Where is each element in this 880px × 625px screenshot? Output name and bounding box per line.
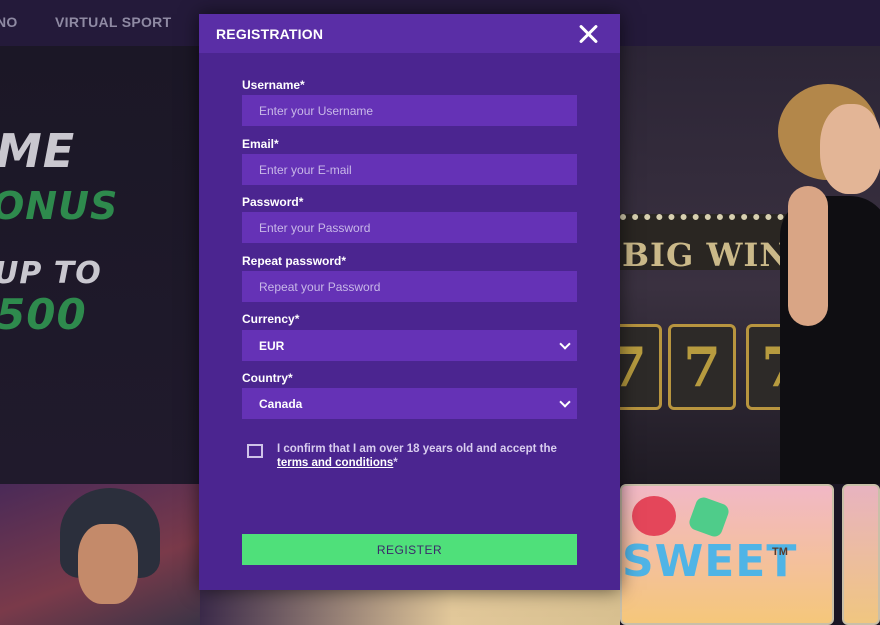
- promo-up-to-text: UP TO: [0, 256, 102, 291]
- username-label: Username*: [242, 78, 305, 92]
- nav-item-virtual-sport[interactable]: VIRTUAL SPORT: [55, 14, 171, 30]
- hero-slot-image: BIG WIN 7 7 7: [620, 46, 880, 484]
- nav-item-casino[interactable]: NO: [0, 14, 18, 30]
- register-button[interactable]: REGISTER: [242, 534, 577, 565]
- country-value: Canada: [259, 397, 303, 411]
- country-select[interactable]: Canada: [242, 388, 577, 419]
- promo-headline: ME: [0, 124, 76, 178]
- chevron-down-icon: [559, 396, 571, 408]
- password-input[interactable]: [242, 212, 577, 243]
- big-win-text: BIG WIN: [622, 236, 790, 274]
- currency-select[interactable]: EUR: [242, 330, 577, 361]
- registration-modal: REGISTRATION Username* Email* Password* …: [199, 14, 620, 590]
- repeat-password-input[interactable]: [242, 271, 577, 302]
- promo-amount: 500: [0, 290, 87, 339]
- modal-header: REGISTRATION: [199, 14, 620, 53]
- age-confirm-text: I confirm that I am over 18 years old an…: [277, 442, 597, 470]
- username-input[interactable]: [242, 95, 577, 126]
- promo-bonus-text: ONUS: [0, 184, 119, 228]
- trademark-mark: TM: [772, 546, 788, 558]
- chevron-down-icon: [559, 338, 571, 350]
- woman-face: [820, 104, 880, 194]
- modal-title: REGISTRATION: [216, 26, 324, 42]
- woman-arm: [788, 186, 828, 326]
- game-tile-partial[interactable]: [842, 484, 880, 625]
- password-label: Password*: [242, 195, 304, 209]
- currency-label: Currency*: [242, 312, 300, 326]
- sweet-logo-text: SWEET: [622, 536, 798, 587]
- email-label: Email*: [242, 137, 279, 151]
- promo-banner: ME ONUS UP TO 500: [0, 46, 200, 484]
- repeat-password-label: Repeat password*: [242, 254, 347, 268]
- game-tile-sweet[interactable]: SWEET TM: [620, 484, 834, 625]
- currency-value: EUR: [259, 339, 285, 353]
- required-mark: *: [393, 457, 398, 469]
- heart-candy: [632, 496, 676, 536]
- terms-link[interactable]: terms and conditions: [277, 457, 393, 469]
- page: NO VIRTUAL SPORT ME ONUS UP TO 500 BIG W…: [0, 0, 880, 625]
- game-tile-wolf[interactable]: [0, 484, 200, 625]
- character-face: [78, 524, 138, 604]
- game-tile-strip[interactable]: [200, 590, 620, 625]
- gem-candy: [687, 495, 731, 539]
- age-confirm-label: I confirm that I am over 18 years old an…: [277, 443, 557, 455]
- country-label: Country*: [242, 371, 293, 385]
- slot-reel: 7: [620, 324, 662, 410]
- slot-reel: 7: [668, 324, 736, 410]
- email-input[interactable]: [242, 154, 577, 185]
- age-confirm-checkbox[interactable]: [247, 444, 263, 458]
- close-icon[interactable]: [579, 24, 599, 44]
